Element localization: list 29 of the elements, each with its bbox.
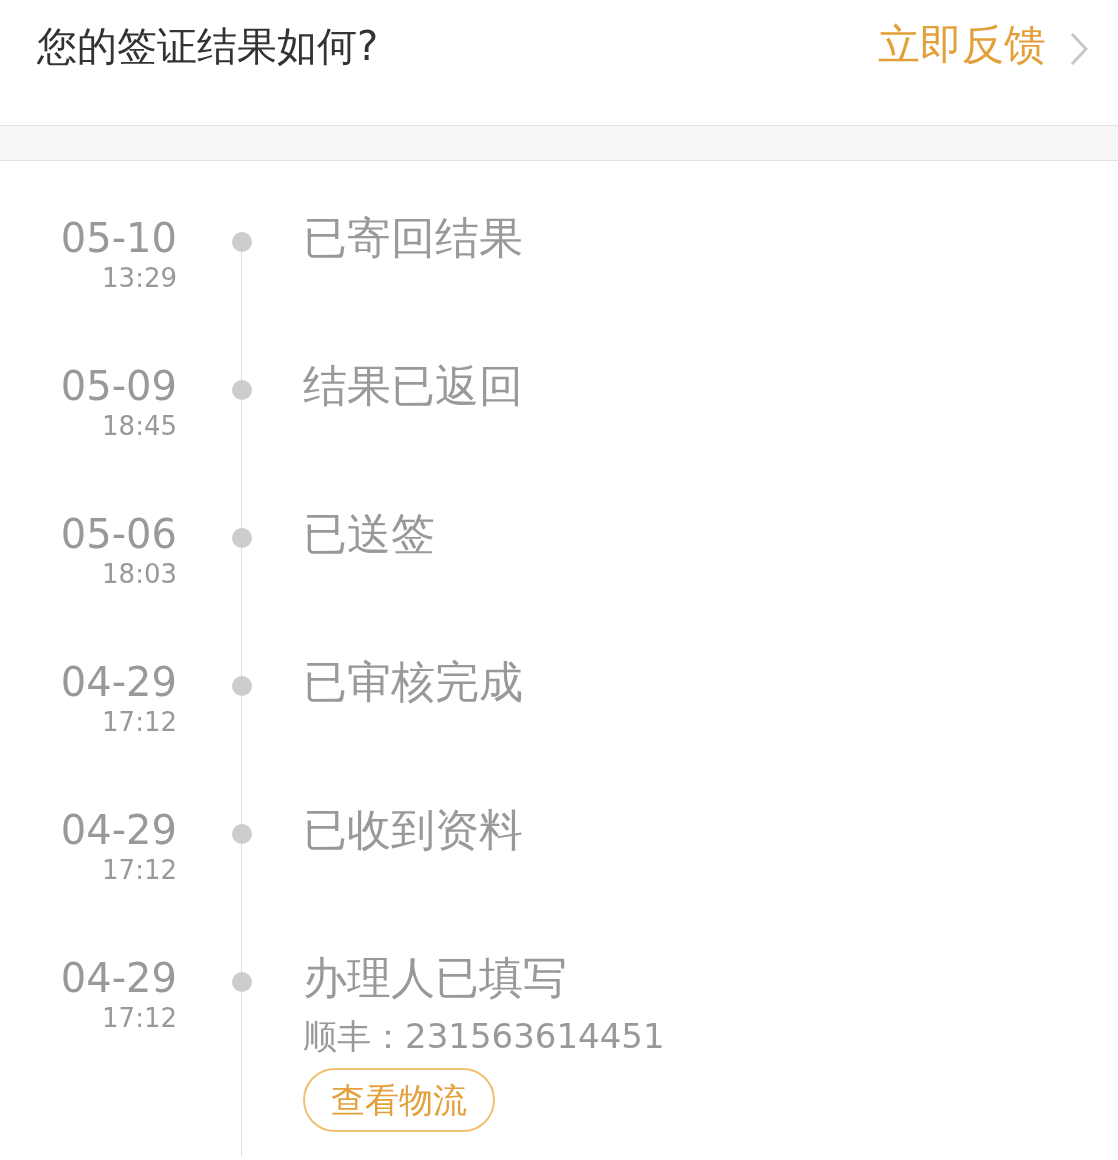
event-date: 04-29 xyxy=(60,808,177,852)
event-time: 17:12 xyxy=(102,854,177,887)
event-status: 已送签 xyxy=(303,507,435,561)
event-date: 04-29 xyxy=(60,956,177,1000)
feedback-question: 您的签证结果如何? xyxy=(37,22,380,71)
event-date: 04-29 xyxy=(60,660,177,704)
timeline-dot xyxy=(232,676,252,696)
event-time: 17:12 xyxy=(102,706,177,739)
event-status: 结果已返回 xyxy=(303,359,523,413)
event-time: 18:45 xyxy=(102,410,177,443)
event-time: 17:12 xyxy=(102,1002,177,1035)
event-date: 05-10 xyxy=(60,216,177,260)
event-time: 18:03 xyxy=(102,558,177,591)
event-status: 已审核完成 xyxy=(303,655,523,709)
tracking-number: 顺丰：231563614451 xyxy=(303,1015,665,1058)
timeline-dot xyxy=(232,824,252,844)
event-status: 已寄回结果 xyxy=(303,211,523,265)
timeline-dot xyxy=(232,972,252,992)
event-time: 13:29 xyxy=(102,262,177,295)
chevron-right-icon xyxy=(1070,32,1088,66)
timeline-dot xyxy=(232,528,252,548)
timeline-dot xyxy=(232,380,252,400)
event-status: 已收到资料 xyxy=(303,803,523,857)
event-date: 05-06 xyxy=(60,512,177,556)
view-logistics-button[interactable]: 查看物流 xyxy=(303,1068,495,1132)
feedback-link[interactable]: 立即反馈 xyxy=(878,16,1046,74)
event-status: 办理人已填写 xyxy=(303,951,567,1005)
timeline-dot xyxy=(232,232,252,252)
event-date: 05-09 xyxy=(60,364,177,408)
